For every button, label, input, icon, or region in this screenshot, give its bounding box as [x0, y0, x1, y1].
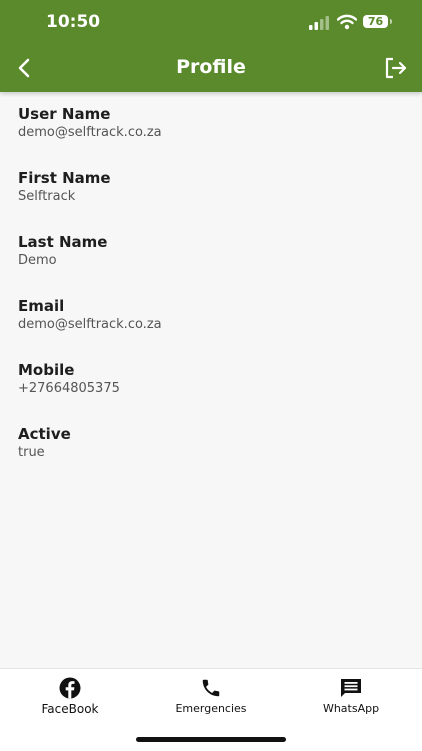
nav-label: WhatsApp: [322, 702, 380, 715]
phone-icon: [202, 679, 220, 697]
facebook-icon: [59, 677, 81, 699]
nav-label: Emergencies: [175, 702, 247, 715]
field-label: User Name: [18, 105, 111, 123]
nav-label: FaceBook: [41, 702, 99, 716]
field-label: Last Name: [18, 233, 108, 251]
app-bar: 10:50 76 Profile: [0, 0, 422, 92]
wifi-icon: [337, 14, 357, 30]
field-label: Mobile: [18, 361, 75, 379]
field-value: true: [18, 445, 45, 460]
profile-field-last-name: Last Name Demo: [18, 232, 398, 296]
home-indicator[interactable]: [136, 737, 286, 742]
logout-button[interactable]: [383, 55, 409, 81]
message-icon: [341, 679, 361, 697]
nav-whatsapp[interactable]: WhatsApp: [291, 677, 411, 727]
battery-cap: [390, 19, 392, 24]
nav-facebook[interactable]: FaceBook: [10, 677, 130, 727]
field-value: +27664805375: [18, 381, 120, 396]
battery-indicator: 76: [363, 15, 388, 28]
field-value: demo@selftrack.co.za: [18, 317, 162, 332]
status-time: 10:50: [46, 12, 101, 32]
profile-field-email: Email demo@selftrack.co.za: [18, 296, 398, 360]
field-value: demo@selftrack.co.za: [18, 125, 162, 140]
field-value: Demo: [18, 253, 57, 268]
field-label: Email: [18, 297, 65, 315]
field-label: First Name: [18, 169, 111, 187]
page-title: Profile: [176, 56, 246, 78]
nav-emergencies[interactable]: Emergencies: [151, 677, 271, 727]
profile-field-mobile: Mobile +27664805375: [18, 360, 398, 424]
profile-field-user-name: User Name demo@selftrack.co.za: [18, 104, 398, 168]
status-bar: 10:50 76: [0, 0, 422, 46]
profile-details: User Name demo@selftrack.co.za First Nam…: [18, 104, 398, 488]
profile-field-active: Active true: [18, 424, 398, 488]
profile-field-first-name: First Name Selftrack: [18, 168, 398, 232]
cellular-signal-icon: [309, 16, 329, 30]
field-label: Active: [18, 425, 71, 443]
field-value: Selftrack: [18, 189, 76, 204]
